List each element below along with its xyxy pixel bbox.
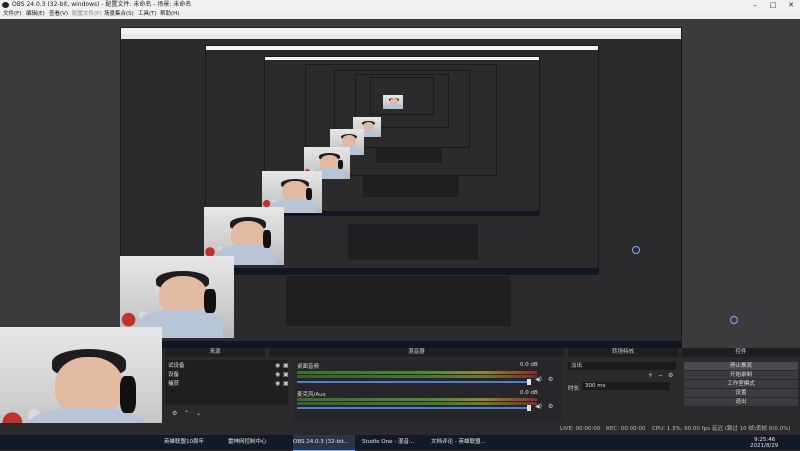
close-icon[interactable]: ✕ — [782, 0, 800, 10]
camera-capture-tiny-3 — [383, 95, 403, 109]
obs-icon — [2, 2, 9, 8]
cpu-status: CPU: 1.3%, 60.00 fps — [652, 426, 711, 432]
menu-file[interactable]: 文件(F) — [3, 10, 21, 19]
live-status: LIVE: 00:00:00 — [560, 426, 601, 432]
mixer-volume-slider[interactable] — [297, 407, 527, 409]
eye-icon[interactable]: ◉ — [275, 380, 280, 387]
start-recording-button[interactable]: 开始录制 — [684, 371, 798, 379]
plus-icon[interactable]: + — [648, 372, 653, 379]
lock-icon[interactable]: ▣ — [283, 362, 289, 369]
exit-button[interactable]: 退出 — [684, 398, 798, 406]
studio-mode-button[interactable]: 工作室模式 — [684, 380, 798, 388]
mixer-volume-knob[interactable] — [527, 379, 531, 385]
busy-cursor-icon — [730, 316, 738, 324]
gear-icon[interactable]: ⚙ — [548, 403, 553, 410]
preview-canvas[interactable] — [0, 19, 800, 351]
transition-duration-label: 时长 — [568, 386, 580, 392]
source-item[interactable]: 捕获 — [168, 380, 179, 388]
mixer-meter — [297, 371, 537, 374]
transition-select[interactable]: 淡出 — [568, 362, 676, 370]
mixer-track-level: 0.0 dB — [520, 362, 538, 368]
menu-help[interactable]: 帮助(H) — [160, 10, 179, 19]
taskbar-item[interactable]: 文档评论 - 英雄联盟... — [431, 435, 497, 450]
window-titlebar: OBS 24.0.3 (32-bit, windows) - 配置文件: 未命名… — [0, 0, 800, 10]
menu-tools[interactable]: 工具(T) — [138, 10, 157, 19]
camera-capture-large — [120, 256, 234, 338]
settings-button[interactable]: 设置 — [684, 389, 798, 397]
taskbar-date[interactable]: 2021/8/29 — [750, 443, 778, 449]
mixer-track-name: 桌面音频 — [297, 364, 320, 370]
menu-bar: 文件(F) 编辑(E) 查看(V) 配置文件(P) 场景集合(S) 工具(T) … — [0, 10, 800, 19]
eye-icon[interactable]: ◉ — [275, 362, 280, 369]
source-item[interactable]: 设备 — [168, 371, 179, 379]
sources-dock-title: 来源 — [165, 348, 265, 357]
gear-icon[interactable]: ⚙ — [668, 372, 673, 379]
maximize-icon[interactable]: □ — [764, 0, 782, 10]
mixer-dock-title: 混音器 — [269, 348, 564, 357]
mixer-meter — [297, 375, 537, 378]
window-title: OBS 24.0.3 (32-bit, windows) - 配置文件: 未命名… — [12, 1, 192, 8]
source-item[interactable]: 试设备 — [168, 362, 185, 370]
menu-scene-collection[interactable]: 场景集合(S) — [104, 10, 134, 19]
controls-dock-title: 控件 — [682, 348, 800, 357]
speaker-icon[interactable]: ◀) — [535, 403, 542, 410]
minus-icon[interactable]: − — [658, 372, 663, 379]
mixer-meter — [297, 402, 537, 405]
gear-icon[interactable]: ⚙ — [548, 376, 553, 383]
transitions-dock-title: 转场特效 — [568, 348, 678, 357]
menu-profile[interactable]: 配置文件(P) — [72, 10, 102, 19]
transition-duration-input[interactable]: 300 ms — [582, 382, 670, 390]
taskbar: 英雄联盟10周年 雷神网控制中心 OBS 24.0.3 (32-bit... S… — [0, 435, 800, 451]
mixer-volume-slider[interactable] — [297, 381, 527, 383]
taskbar-item[interactable]: Studio One - 混音... — [362, 435, 424, 450]
menu-view[interactable]: 查看(V) — [49, 10, 68, 19]
menu-edit[interactable]: 编辑(E) — [26, 10, 45, 19]
mixer-meter — [297, 398, 537, 401]
status-bar: LIVE: 00:00:00 REC: 00:00:00 CPU: 1.3%, … — [0, 423, 800, 435]
lock-icon[interactable]: ▣ — [283, 371, 289, 378]
mixer-track-level: 0.0 dB — [520, 390, 538, 396]
taskbar-item-obs[interactable]: OBS 24.0.3 (32-bit... — [293, 435, 355, 451]
network-status: 延迟 (跳过 10 帧)丢帧 0(0.0%) — [712, 426, 791, 432]
lock-icon[interactable]: ▣ — [283, 380, 289, 387]
cursor-icon — [632, 246, 640, 254]
chevron-up-icon[interactable]: ⌃ — [184, 410, 189, 417]
eye-icon[interactable]: ◉ — [275, 371, 280, 378]
speaker-icon[interactable]: ◀) — [535, 376, 542, 383]
gear-icon[interactable]: ⚙ — [172, 410, 177, 417]
mixer-volume-knob[interactable] — [527, 405, 531, 411]
mixer-track-name: 麦克风/Aux — [297, 392, 326, 398]
taskbar-item[interactable]: 英雄联盟10周年 — [164, 435, 216, 450]
taskbar-item[interactable]: 雷神网控制中心 — [228, 435, 286, 450]
rec-status: REC: 00:00:00 — [606, 426, 646, 432]
chevron-down-icon[interactable]: ⌄ — [196, 410, 201, 417]
stop-streaming-button[interactable]: 停止推流 — [684, 362, 798, 370]
minimize-icon[interactable]: – — [746, 0, 764, 10]
